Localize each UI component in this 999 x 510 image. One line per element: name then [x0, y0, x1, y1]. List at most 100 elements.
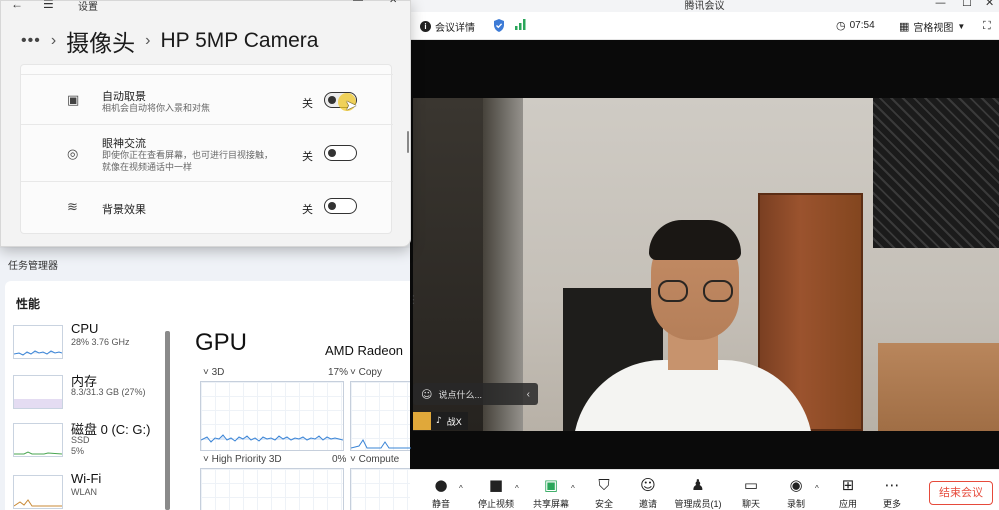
back-arrow-icon[interactable]: ←	[11, 0, 23, 11]
graph-copy-line	[350, 439, 411, 449]
participant-name-tag: ♪ 战X	[413, 412, 468, 430]
toggle-knob	[328, 95, 336, 104]
meeting-info-button[interactable]: i 会议详情	[420, 19, 475, 34]
auto-framing-state: 关	[302, 98, 313, 110]
settings-row-background-effects[interactable]: ≋ 背景效果 关	[21, 182, 393, 232]
network-status[interactable]	[515, 19, 527, 30]
perf-item-memory[interactable]: 内存 8.3/31.3 GB (27%)	[13, 369, 163, 413]
meeting-info-bar: i 会议详情 ◷ 07:54 ▦ 宫格视图 ▼ ⛶	[410, 12, 999, 40]
perf-item-wifi[interactable]: Wi-Fi WLAN	[13, 469, 163, 510]
mic-icon: ●	[434, 476, 448, 494]
minimize-icon[interactable]: —	[353, 0, 363, 6]
members-icon: ♟	[691, 476, 705, 494]
perf-item-detail: WLAN	[71, 487, 98, 497]
grid-view-icon: ▦	[899, 20, 910, 33]
fullscreen-icon: ⛶	[983, 19, 991, 32]
glasses-right-lens	[703, 280, 733, 302]
close-icon[interactable]: ✕	[389, 0, 397, 6]
graph-3d	[200, 381, 344, 451]
menu-icon[interactable]: ☰	[43, 0, 54, 11]
avatar	[413, 412, 431, 430]
graph-label-high-priority-3d[interactable]: ˅ High Priority 3D	[203, 454, 282, 465]
minimize-icon[interactable]: —	[935, 0, 946, 9]
chevron-up-icon[interactable]: ^	[571, 484, 575, 493]
graph-label-compute[interactable]: ˅ Compute	[350, 454, 399, 465]
participant-video[interactable]	[413, 98, 999, 431]
more-button[interactable]: ⋯ 更多	[870, 476, 914, 510]
manage-members-button[interactable]: ♟ 管理成员(1)	[672, 476, 724, 510]
graph-value-3d: 17%	[328, 367, 349, 378]
more-label: 更多	[882, 499, 901, 509]
chevron-up-icon[interactable]: ^	[815, 484, 819, 493]
settings-row-eye-contact[interactable]: ◎ 眼神交流 即使你正在查看屏幕，也可进行目视接触，就像在视频通话中一样 关	[21, 125, 393, 182]
video-box	[878, 343, 999, 431]
stop-video-button[interactable]: ■ 停止视频	[474, 476, 518, 510]
record-icon: ◉	[789, 476, 803, 494]
disk-thumbnail	[13, 423, 63, 457]
eye-contact-icon: ◎	[67, 147, 79, 162]
video-softbox	[873, 98, 999, 248]
chevron-up-icon[interactable]: ^	[515, 484, 519, 493]
record-button[interactable]: ◉ 录制	[774, 476, 818, 510]
graph-label-3d[interactable]: ˅ 3D	[203, 367, 224, 378]
perf-item-cpu[interactable]: CPU 28% 3.76 GHz	[13, 319, 163, 363]
mouse-pointer-icon: ➤	[345, 98, 357, 114]
fullscreen-button[interactable]: ⛶	[983, 19, 991, 33]
security-button[interactable]: ⛉ 安全	[582, 476, 626, 510]
perf-item-disk[interactable]: 磁盘 0 (C: G:) SSD 5%	[13, 417, 163, 463]
background-effects-icon: ≋	[67, 200, 78, 215]
graph-label-copy[interactable]: ˅ Copy	[350, 367, 382, 378]
perf-item-detail: SSD 5%	[71, 435, 90, 457]
view-mode-button[interactable]: ▦ 宫格视图 ▼	[899, 19, 965, 34]
sidebar-scrollbar[interactable]	[165, 331, 170, 510]
chevron-down-icon: ▼	[957, 22, 966, 31]
camera-settings-list: ▣ 自动取景 相机会自动将你入景和对焦 关 ◎ 眼神交流 即使你正在查看屏幕，也…	[20, 64, 393, 234]
cpu-sparkline	[13, 350, 63, 356]
options-icon[interactable]: ⋮	[408, 293, 419, 306]
meeting-info-label: 会议详情	[435, 23, 475, 34]
chevron-left-icon[interactable]: ‹	[527, 389, 530, 400]
perf-item-detail: 8.3/31.3 GB (27%)	[71, 387, 146, 397]
security-status[interactable]	[493, 19, 505, 32]
emoji-icon[interactable]: ☺	[421, 388, 432, 401]
toggle-knob	[328, 148, 336, 157]
performance-sidebar: CPU 28% 3.76 GHz 内存 8.3/31.3 GB (27%) 磁盘…	[5, 319, 170, 510]
meeting-timer: ◷ 07:54	[836, 19, 875, 32]
end-meeting-button[interactable]: 结束会议	[929, 481, 993, 505]
background-effects-toggle[interactable]	[324, 198, 357, 214]
chevron-up-icon[interactable]: ^	[459, 484, 463, 493]
breadcrumb-separator: ›	[145, 32, 151, 49]
stop-video-label: 停止视频	[477, 499, 514, 509]
breadcrumb-camera[interactable]: 摄像头	[66, 24, 135, 58]
share-screen-icon: ▣	[543, 476, 559, 494]
chat-button[interactable]: ▭ 聊天	[729, 476, 773, 510]
meeting-window: 腾讯会议 — ☐ ✕ i 会议详情 ◷ 07:54 ▦ 宫格视图 ▼ ⛶ ☺ 说…	[410, 0, 999, 510]
memory-thumbnail	[13, 375, 63, 409]
graph-high-priority-3d	[200, 468, 344, 510]
close-icon[interactable]: ✕	[985, 0, 994, 9]
maximize-icon[interactable]: ☐	[962, 0, 972, 9]
share-screen-button[interactable]: ▣ 共享屏幕	[529, 476, 573, 510]
gpu-name: AMD Radeon	[325, 343, 404, 358]
person-hair	[649, 220, 741, 260]
camera-icon: ■	[488, 476, 504, 494]
mute-label: 静音	[431, 499, 450, 509]
share-screen-label: 共享屏幕	[532, 499, 569, 509]
apps-button[interactable]: ⊞ 应用	[826, 476, 870, 510]
video-shelf	[413, 98, 483, 431]
settings-window: ← ☰ 设置 — ✕ ••• › 摄像头 › HP 5MP Camera ▣ 自…	[0, 0, 411, 247]
settings-scrollbar[interactable]	[407, 131, 409, 153]
breadcrumb: ••• › 摄像头 › HP 5MP Camera	[21, 24, 318, 58]
breadcrumb-more-button[interactable]: •••	[21, 32, 41, 50]
eye-contact-toggle[interactable]	[324, 145, 357, 161]
view-mode-label: 宫格视图	[913, 23, 954, 34]
invite-button[interactable]: ☺ 邀请	[626, 476, 670, 510]
mute-button[interactable]: ● 静音	[419, 476, 463, 510]
apps-label: 应用	[838, 499, 857, 509]
record-label: 录制	[786, 499, 805, 509]
graph-value-high-priority-3d: 0%	[332, 454, 347, 465]
graph-compute	[350, 468, 410, 510]
wifi-sparkline	[13, 499, 62, 507]
quick-chat-input[interactable]: ☺ 说点什么... ‹	[413, 383, 538, 405]
performance-panel: 性能 ⋮ CPU 28% 3.76 GHz 内存 8.3/31.3 GB (27…	[5, 281, 419, 510]
